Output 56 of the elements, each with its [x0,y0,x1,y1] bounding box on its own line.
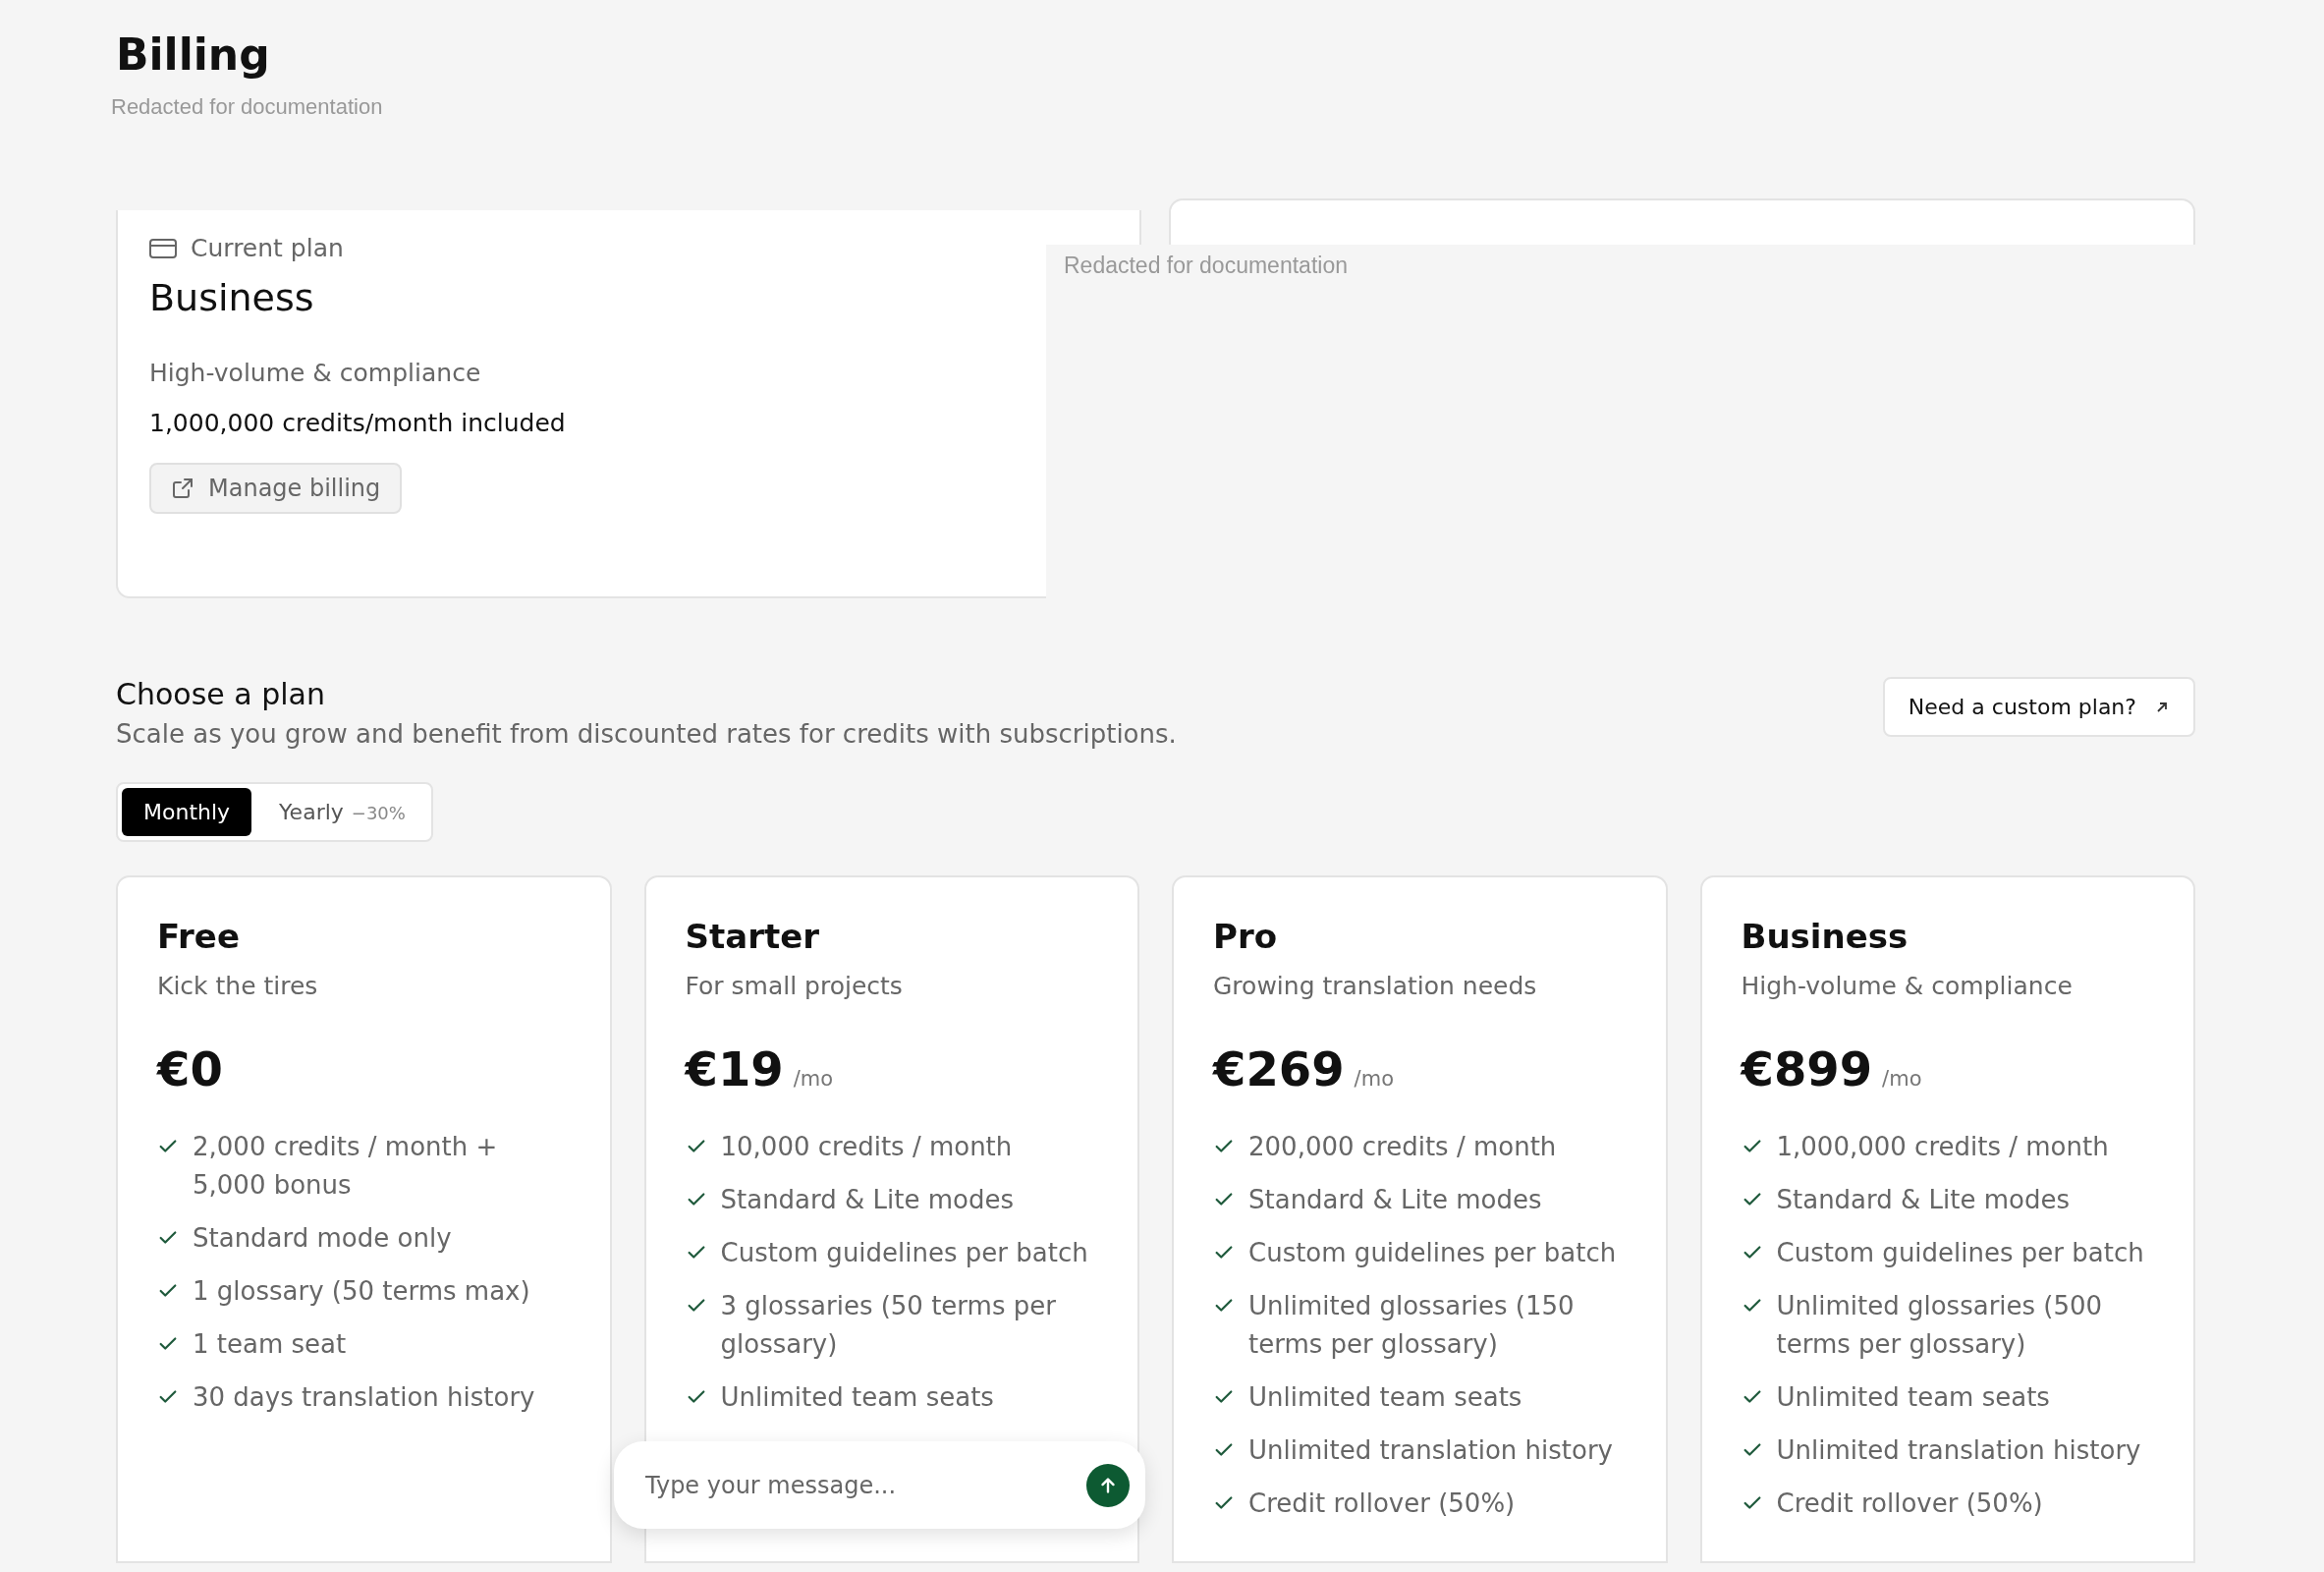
feature-text: 3 glossaries (50 terms per glossary) [720,1290,1057,1361]
manage-billing-button[interactable]: Manage billing [149,463,403,514]
plan-description: High-volume & compliance [149,359,482,387]
feature-text: Credit rollover (50%) [1248,1488,1516,1520]
price-period: /mo [1882,1067,1922,1091]
plan-title: Business [1741,917,1909,956]
plan-title: Pro [1213,917,1279,956]
feature-text: Standard & Lite modes [720,1184,1015,1216]
plan-tagline: High-volume & compliance [1741,972,2074,1000]
custom-plan-button[interactable]: Need a custom plan? [1882,677,2195,737]
feature-text: 2,000 credits / month + 5,000 bonus [193,1131,499,1202]
feature-text: Custom guidelines per batch [1776,1237,2144,1269]
plan-tagline: Kick the tires [157,972,319,1000]
plan-name: Business [149,276,315,319]
feature-text: Unlimited glossaries (150 terms per glossary) [1248,1290,1576,1361]
feature-text: Custom guidelines per batch [1248,1237,1617,1269]
feature-text: 30 days translation history [193,1381,535,1414]
plan-price: €0 [157,1041,223,1096]
feature-text: Unlimited translation history [1248,1434,1613,1467]
feature-text: Standard mode only [193,1222,452,1255]
credit-card-icon [149,237,177,259]
page-subtitle: Redacted for documentation [111,94,384,120]
section-subtitle: Scale as you grow and benefit from discounted rates for credits with subscriptions. [116,719,1177,749]
feature-text: 200,000 credits / month [1248,1131,1557,1163]
plan-price: €269 [1213,1041,1345,1096]
feature-text: Custom guidelines per batch [720,1237,1088,1269]
plan-tagline: For small projects [685,972,904,1000]
feature-text: 10,000 credits / month [720,1131,1013,1163]
section-title: Choose a plan [116,677,326,711]
feature-text: Unlimited translation history [1776,1434,2141,1467]
feature-text: 1 team seat [193,1328,347,1361]
feature-text: Standard & Lite modes [1776,1184,2071,1216]
redaction-text: Redacted for documentation [1046,245,2197,598]
price-period: /mo [1354,1067,1394,1091]
plan-price: €899 [1741,1041,1873,1096]
feature-text: 1,000,000 credits / month [1776,1131,2109,1163]
feature-text: 1 glossary (50 terms max) [193,1275,530,1308]
feature-text: Standard & Lite modes [1248,1184,1542,1216]
card-label: Current plan [191,234,344,262]
feature-text: Unlimited team seats [1248,1381,1522,1414]
feature-text: Unlimited glossaries (500 terms per glossary) [1776,1290,2104,1361]
message-field[interactable]: Type your message... [643,1470,1086,1500]
feature-text: Unlimited team seats [720,1381,994,1414]
billing-tab[interactable]: Yearly −30% [257,788,427,836]
feature-text: Unlimited team seats [1776,1381,2050,1414]
plan-tagline: Growing translation needs [1213,972,1538,1000]
send-button[interactable] [1086,1463,1130,1507]
plan-title: Free [157,917,241,956]
feature-text: Credit rollover (50%) [1776,1488,2043,1520]
plan-title: Starter [685,917,821,956]
price-period: /mo [793,1067,834,1091]
external-link-icon [171,477,194,500]
page-title: Billing [116,29,271,81]
credits-included: 1,000,000 credits/month included [149,409,567,437]
billing-tab[interactable]: Monthly [122,788,252,836]
plan-price: €19 [685,1041,784,1096]
